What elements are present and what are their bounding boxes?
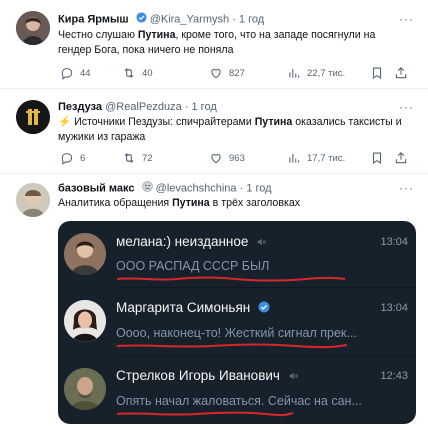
face-emoji-icon	[141, 181, 153, 196]
share-icon[interactable]	[394, 66, 408, 80]
tweet-header: Пездуза @RealPezduza · 1 год	[58, 100, 217, 114]
like-count: 827	[229, 67, 245, 79]
heart-icon	[211, 154, 221, 164]
retweet-count: 72	[142, 152, 153, 164]
display-name[interactable]: базовый макс	[58, 182, 135, 194]
views-count: 22,7 тис.	[307, 67, 346, 79]
separator-dot: ·	[184, 101, 189, 113]
avatar[interactable]	[16, 11, 50, 45]
text-segment: в трёх заголовках	[209, 197, 301, 209]
text-segment: ⚡️ Источники Пездузы: спичрайтерами	[58, 116, 255, 128]
avatar[interactable]	[16, 183, 50, 217]
chat-avatar	[64, 368, 106, 410]
timestamp[interactable]: 1 год	[239, 13, 264, 25]
more-icon[interactable]: ···	[399, 13, 414, 25]
reply-count: 6	[80, 152, 86, 164]
retweet-icon	[124, 153, 134, 163]
views-count: 17,7 тис.	[307, 152, 346, 164]
chat-time: 13:04	[380, 302, 408, 314]
muted-icon	[288, 369, 298, 384]
reply-button[interactable]: 44	[60, 65, 91, 81]
chat-avatar	[64, 300, 106, 342]
views-icon	[289, 153, 300, 163]
tweet-header: Кира Ярмыш @Kira_Yarmysh · 1 год	[58, 12, 264, 27]
chat-preview: Опять начал жаловаться. Сейчас на сан...	[116, 394, 362, 408]
red-underline	[116, 411, 294, 417]
timestamp[interactable]: 1 год	[246, 182, 271, 194]
bookmark-icon[interactable]	[370, 66, 384, 80]
separator-dot: ·	[232, 13, 236, 26]
more-icon[interactable]: ···	[399, 101, 414, 113]
chat-name-text: мелана:) неизданное	[116, 234, 249, 249]
handle[interactable]: @Kira_Yarmysh	[150, 13, 229, 25]
embedded-image[interactable]: мелана:) неизданное 13:04 ООО РАСПАД ССС…	[58, 221, 416, 424]
chat-name-text: Стрелков Игорь Иванович	[116, 368, 280, 383]
tweet-text: Честно слушаю Путина, кроме того, что на…	[58, 28, 410, 58]
chat-preview: Оооо, наконец-то! Жесткий сигнал прек...	[116, 326, 357, 340]
more-icon[interactable]: ···	[399, 182, 414, 194]
display-name[interactable]: Пездуза	[58, 101, 102, 113]
views-button[interactable]: 22,7 тис.	[287, 65, 345, 81]
red-underline	[116, 343, 348, 349]
chat-name: мелана:) неизданное	[116, 234, 267, 250]
retweet-count: 40	[142, 67, 153, 79]
tweet-actions: 6 72 963 17,7 тис.	[58, 150, 410, 166]
chat-row: Маргарита Симоньян 13:04 Оооо, наконец-т…	[58, 288, 416, 354]
tweet-1[interactable]: Кира Ярмыш @Kira_Yarmysh · 1 год ··· Чес…	[0, 0, 428, 89]
tweet-actions: 44 40 827 22,7 тис.	[58, 65, 410, 81]
reply-icon	[61, 68, 73, 80]
tweet-text: ⚡️ Источники Пездузы: спичрайтерами Пути…	[58, 115, 410, 145]
reply-button[interactable]: 6	[60, 150, 85, 166]
verified-icon	[136, 12, 147, 27]
chat-name: Маргарита Симоньян	[116, 300, 270, 316]
bookmark-icon[interactable]	[370, 151, 384, 165]
heart-icon	[211, 69, 221, 79]
verified-icon	[258, 301, 270, 316]
text-bold: Путина	[172, 197, 210, 209]
handle[interactable]: @RealPezduza	[105, 101, 182, 113]
reply-count: 44	[80, 67, 91, 79]
like-count: 963	[229, 152, 245, 164]
retweet-button[interactable]: 72	[122, 150, 153, 166]
tweet-header: базовый макс @levachshchina · 1 год	[58, 181, 272, 196]
chat-row: мелана:) неизданное 13:04 ООО РАСПАД ССС…	[58, 221, 416, 287]
tweet-2[interactable]: Пездуза @RealPezduza · 1 год ··· ⚡️ Исто…	[0, 90, 428, 174]
tweet-text: Аналитика обращения Путина в трёх заголо…	[58, 196, 410, 211]
reply-icon	[61, 153, 73, 165]
share-icon[interactable]	[394, 151, 408, 165]
chat-row: Стрелков Игорь Иванович 12:43 Опять нача…	[58, 356, 416, 422]
timestamp[interactable]: 1 год	[192, 101, 217, 113]
text-bold: Путина	[137, 29, 176, 41]
chat-name-text: Маргарита Симоньян	[116, 300, 251, 315]
text-bold: Путина	[254, 116, 293, 128]
separator-dot: ·	[239, 182, 244, 195]
avatar[interactable]	[16, 100, 50, 134]
red-underline	[116, 276, 346, 282]
like-button[interactable]: 963	[209, 150, 245, 166]
like-button[interactable]: 827	[209, 65, 245, 81]
muted-icon	[256, 235, 267, 250]
chat-time: 13:04	[380, 236, 408, 248]
text-segment: Аналитика обращения	[58, 197, 173, 209]
chat-avatar	[64, 233, 106, 275]
views-button[interactable]: 17,7 тис.	[287, 150, 345, 166]
retweet-icon	[124, 68, 134, 78]
chat-preview: ООО РАСПАД СССР БЫЛ	[116, 259, 270, 273]
views-icon	[289, 68, 300, 78]
display-name[interactable]: Кира Ярмыш	[58, 13, 129, 25]
retweet-button[interactable]: 40	[122, 65, 153, 81]
text-segment: Честно слушаю	[58, 29, 138, 41]
chat-name: Стрелков Игорь Иванович	[116, 368, 298, 384]
handle[interactable]: @levachshchina	[156, 182, 237, 194]
chat-time: 12:43	[380, 370, 408, 382]
